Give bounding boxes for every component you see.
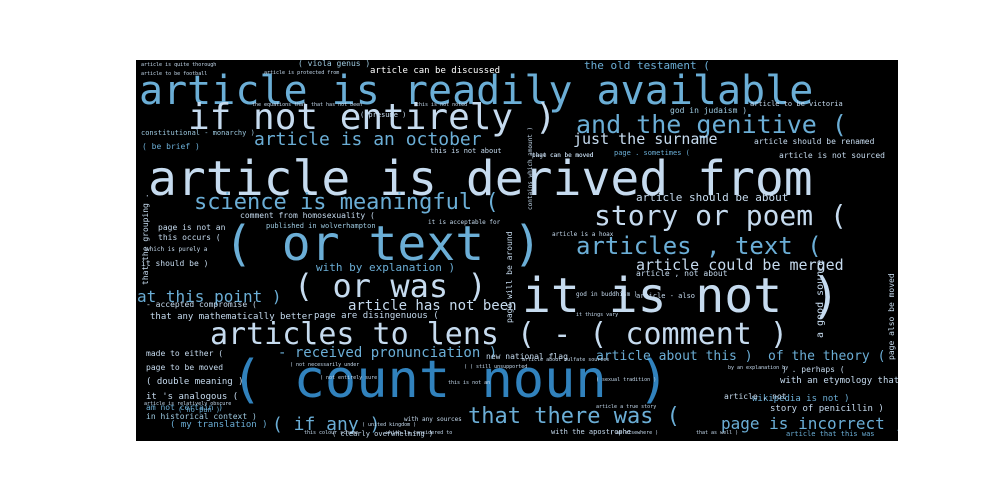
cloud-word: god in buddhism ) [576, 291, 638, 298]
cloud-word: ( not entirely sure [320, 375, 378, 381]
cloud-word: story or poem ( [594, 199, 847, 232]
cloud-word: of the theory ( [768, 349, 886, 364]
word-cloud: article is readily available if not entir… [136, 60, 898, 441]
cloud-word: it is acceptable for [428, 219, 501, 226]
cloud-word: article is protected from [264, 70, 340, 76]
cloud-word: article is not sourced [779, 151, 885, 160]
cloud-word: page to be moved [146, 363, 224, 372]
cloud-word: by an explanation by [728, 365, 789, 371]
cloud-word: ( united kingdom ) [362, 422, 417, 428]
cloud-word: page . sometimes ( [614, 149, 690, 157]
cloud-word: ( double meaning ) [146, 377, 244, 387]
cloud-word: this is not an [448, 380, 491, 386]
cloud-word: article should be about [636, 191, 789, 204]
cloud-word: article that this was [786, 430, 875, 438]
cloud-word: ( my translation ) [170, 420, 268, 430]
cloud-word: that has not been [311, 102, 363, 108]
cloud-word: ( viola genus ) [298, 60, 371, 68]
cloud-word: article is a hoax [552, 231, 614, 238]
cloud-word: constitutional - monarchy ) [141, 129, 255, 137]
cloud-word: article , not about [636, 269, 728, 278]
cloud-word: ( as elsewhere ) [610, 430, 659, 436]
cloud-word: article should be renamed [754, 137, 875, 146]
cloud-word: article about this ) [596, 349, 753, 364]
cloud-word: page also be moved [887, 273, 896, 360]
cloud-word: page is not an [158, 223, 226, 232]
cloud-word: that any mathematically better [150, 312, 313, 322]
cloud-word: with by explanation ) [316, 261, 456, 274]
cloud-word: which is considered to [386, 430, 453, 436]
cloud-word: ) . perhaps ( [782, 365, 845, 374]
cloud-word: ( ( still unsupported [464, 364, 528, 370]
cloud-word: article is quite thorough [141, 62, 217, 68]
cloud-word: that as well ) [696, 430, 739, 436]
cloud-word: published in wolverhampton [266, 222, 376, 230]
cloud-word: the equations that [252, 102, 307, 108]
cloud-word: article to be football [141, 71, 208, 77]
cloud-word: which is purely a [146, 246, 208, 253]
cloud-word: ( not necessarily under [290, 362, 360, 368]
cloud-word: contains which amount ) [527, 126, 534, 210]
cloud-word: page are disingenuous ( [314, 311, 439, 321]
cloud-word: a good source [815, 259, 826, 338]
cloud-word: made to either ( [146, 349, 224, 358]
cloud-word: just the surname [573, 130, 718, 148]
cloud-word: article can be discussed [370, 66, 501, 76]
cloud-word: the old testament ( [584, 60, 710, 72]
cloud-word: ( presume ) [360, 111, 407, 119]
cloud-word: article is relatively obscure [144, 401, 232, 407]
cloud-word: that the grouping . [141, 193, 150, 285]
cloud-word: comment from homosexuality ( [240, 211, 375, 220]
cloud-word: page will be around [505, 231, 514, 323]
cloud-word: this is not noted [416, 102, 468, 108]
cloud-word: article to be victoria [750, 100, 843, 108]
cloud-word: article about sulfate sources [522, 357, 610, 363]
cloud-word: this occurs ( [158, 233, 221, 242]
cloud-word: ( be brief ) [142, 142, 200, 151]
cloud-word: article , not [724, 392, 787, 401]
cloud-word: story of penicillin ) [770, 404, 884, 414]
cloud-word: article - also [636, 292, 696, 300]
cloud-word: with an etymology that [780, 376, 898, 386]
cloud-word: article a true story [596, 404, 657, 410]
cloud-word: this is not about [430, 147, 502, 155]
cloud-word: - accepted compromise ( [146, 300, 257, 309]
cloud-word: it things vary [576, 312, 619, 318]
cloud-word: - received pronunciation ) [278, 345, 498, 361]
cloud-word: it should be ) [141, 259, 209, 268]
cloud-word: that can be moved [532, 152, 594, 159]
cloud-word: god in judaism ) [670, 106, 748, 115]
cloud-word: in historical context ) [146, 412, 257, 421]
cloud-word: this colour scheme [304, 430, 359, 436]
cloud-word: ( sexual tradition ) [596, 377, 657, 383]
